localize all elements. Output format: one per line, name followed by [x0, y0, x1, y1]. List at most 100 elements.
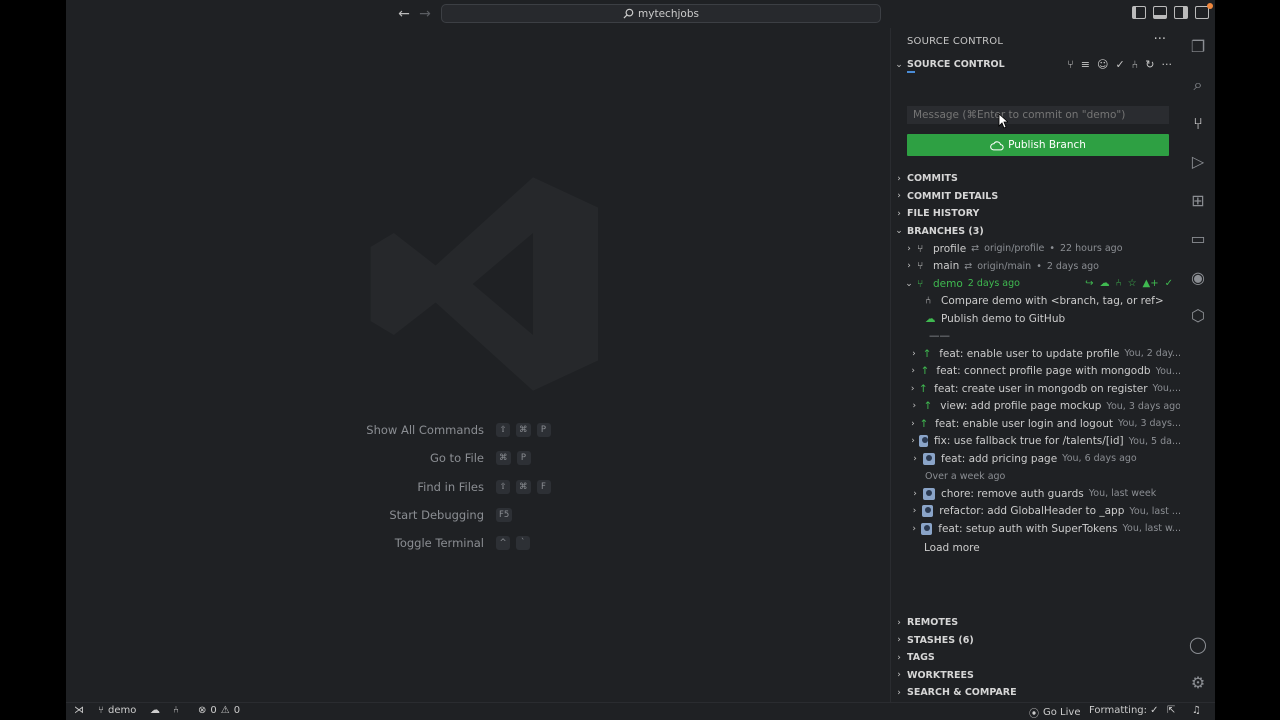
sync-icon: ⇄ [964, 260, 973, 272]
section-tags[interactable]: › TAGS [891, 649, 1181, 667]
branch-icon: ⑂ [917, 277, 924, 290]
publish-cloud-icon[interactable]: ☁ [150, 705, 160, 716]
avatar [923, 452, 935, 465]
toggle-primary-sidebar-icon[interactable] [1132, 6, 1146, 19]
load-more-link[interactable]: Load more [891, 539, 1181, 557]
source-control-actions: ⑂ ≡ ☺ ✓ ⑃ ↻ ··· [1067, 58, 1172, 71]
smiley-icon[interactable]: ☺ [1097, 58, 1108, 71]
shortcut-start-debugging[interactable]: Start Debugging F5 [316, 501, 576, 529]
avatar [919, 435, 929, 448]
section-stashes[interactable]: › STASHES (6) [891, 632, 1181, 650]
commit-message-input[interactable] [907, 106, 1169, 124]
switch-branch-icon[interactable]: ↪ [1085, 278, 1093, 289]
section-file-history[interactable]: › FILE HISTORY [891, 205, 1181, 223]
title-bar: ← → mytechjobs [66, 0, 1215, 28]
branch-item-profile[interactable]: › ⑂ profile ⇄ origin/profile • 22 hours … [891, 240, 1181, 258]
publish-to-github-action[interactable]: ☁ Publish demo to GitHub [891, 310, 1181, 328]
shortcut-toggle-terminal[interactable]: Toggle Terminal ^ ` [316, 529, 576, 557]
pull-request-icon[interactable]: ⑃ [1132, 58, 1139, 71]
ahead-indicator-icon: ▲+ [1142, 278, 1159, 290]
warning-count: 0 [233, 705, 241, 716]
commit-message: feat: setup auth with SuperTokens [938, 522, 1118, 535]
go-live-button[interactable]: ⦿ Go Live [1029, 705, 1080, 720]
more-icon[interactable]: ··· [1162, 58, 1173, 71]
notifications-bell-icon[interactable]: ♫ [1192, 705, 1201, 716]
formatting-status[interactable]: Formatting: ✓ [1089, 705, 1159, 716]
warning-icon: ⚠ [220, 705, 230, 716]
error-icon: ⊗ [198, 705, 207, 716]
shortcut-go-to-file[interactable]: Go to File ⌘ P [316, 444, 576, 472]
commit-check-icon[interactable]: ✓ [1115, 58, 1124, 71]
compare-icon[interactable]: ⑃ [1116, 278, 1122, 289]
commit-item[interactable]: › ↑ view: add profile page mockup You, 3… [891, 398, 1181, 416]
commit-item[interactable]: › ↑ feat: create user in mongodb on regi… [891, 380, 1181, 398]
publish-branch-button[interactable]: Publish Branch [907, 134, 1169, 156]
publish-cloud-icon[interactable]: ☁ [1100, 278, 1110, 289]
extensions-icon[interactable]: ⊞ [1187, 190, 1209, 212]
key-cap: ` [516, 536, 530, 551]
star-icon[interactable]: ☆ [1128, 278, 1137, 289]
section-branches[interactable]: ⌄ BRANCHES (3) [891, 223, 1181, 241]
separator-dot: • [1036, 260, 1042, 272]
commit-message: feat: enable user to update profile [939, 347, 1120, 360]
compare-branch-action[interactable]: ⑃ Compare demo with <branch, tag, or ref… [891, 293, 1181, 311]
section-remotes[interactable]: › REMOTES [891, 614, 1181, 632]
commit-item[interactable]: › ↑ feat: enable user to update profile … [891, 345, 1181, 363]
command-center-search[interactable]: mytechjobs [441, 4, 881, 23]
commit-item[interactable]: › refactor: add GlobalHeader to _app You… [891, 503, 1181, 521]
status-branch[interactable]: ⑂ demo [98, 705, 136, 716]
branch-action-icon[interactable]: ⑂ [1067, 58, 1074, 71]
commit-item[interactable]: › chore: remove auth guards You, last we… [891, 485, 1181, 503]
branch-remote: origin/main [977, 260, 1032, 272]
key-cap: F [536, 479, 551, 494]
commit-item[interactable]: › ↑ feat: enable user login and logout Y… [891, 415, 1181, 433]
forward-arrow-icon[interactable]: → [416, 5, 434, 23]
section-commit-details[interactable]: › COMMIT DETAILS [891, 188, 1181, 206]
commit-item[interactable]: › fix: use fallback true for /talents/[i… [891, 433, 1181, 451]
toggle-secondary-sidebar-icon[interactable] [1174, 6, 1188, 19]
chevron-right-icon: › [897, 652, 901, 663]
list-view-icon[interactable]: ≡ [1081, 58, 1090, 71]
section-label: TAGS [907, 652, 935, 664]
settings-gear-icon[interactable]: ⚙ [1187, 672, 1209, 694]
commit-meta: You, last ... [1129, 505, 1181, 517]
gitlens-icon[interactable]: ⬡ [1187, 305, 1209, 327]
branch-item-demo[interactable]: ⌄ ⑂ demo 2 days ago ↪ ☁ ⑃ ☆ ▲+ ✓ [891, 275, 1181, 293]
source-control-icon[interactable]: ⑂ [1187, 113, 1209, 135]
sidebar-title: SOURCE CONTROL [907, 36, 1004, 47]
commit-item[interactable]: › feat: setup auth with SuperTokens You,… [891, 520, 1181, 538]
commit-item[interactable]: › ↑ feat: connect profile page with mong… [891, 363, 1181, 381]
remote-indicator-icon[interactable]: ⋊ [74, 705, 84, 716]
commit-item[interactable]: › feat: add pricing page You, 6 days ago [891, 450, 1181, 468]
feedback-icon[interactable]: ⇱ [1167, 705, 1175, 716]
chevron-right-icon: › [907, 243, 911, 254]
search-icon[interactable]: ⌕ [1187, 74, 1209, 96]
activity-bar: ❐ ⌕ ⑂ ▷ ⊞ ▭ ◉ ⬡ ◯ ⚙ [1180, 28, 1215, 702]
problems-indicator[interactable]: ⊗ 0 ⚠ 0 [198, 705, 240, 716]
sidebar-more-actions-icon[interactable]: ··· [1154, 32, 1166, 47]
section-commits[interactable]: › COMMITS [891, 170, 1181, 188]
branch-item-main[interactable]: › ⑂ main ⇄ origin/main • 2 days ago [891, 258, 1181, 276]
shortcut-find-in-files[interactable]: Find in Files ⇧ ⌘ F [316, 473, 576, 501]
avatar [923, 487, 935, 500]
publish-branch-label: Publish Branch [1008, 139, 1086, 151]
git-graph-icon[interactable]: ⑃ [173, 705, 179, 716]
key-cap: ^ [496, 536, 510, 551]
back-arrow-icon[interactable]: ← [395, 5, 413, 23]
layout-controls [1132, 6, 1209, 19]
refresh-icon[interactable]: ↻ [1145, 58, 1154, 71]
commit-message: chore: remove auth guards [941, 487, 1084, 500]
shortcut-show-all-commands[interactable]: Show All Commands ⇧ ⌘ P [316, 416, 576, 444]
section-search-compare[interactable]: › SEARCH & COMPARE [891, 684, 1181, 702]
accounts-icon[interactable]: ◯ [1187, 634, 1209, 656]
github-icon[interactable]: ◉ [1187, 267, 1209, 289]
explorer-files-icon[interactable]: ❐ [1187, 36, 1209, 58]
run-debug-icon[interactable]: ▷ [1187, 151, 1209, 173]
remote-explorer-icon[interactable]: ▭ [1187, 228, 1209, 250]
sync-icon: ⇄ [971, 243, 980, 255]
chevron-right-icon: › [912, 401, 917, 412]
key-cap: F5 [496, 508, 513, 523]
toggle-panel-icon[interactable] [1153, 6, 1167, 19]
section-worktrees[interactable]: › WORKTREES [891, 667, 1181, 685]
chevron-right-icon: › [913, 488, 917, 499]
